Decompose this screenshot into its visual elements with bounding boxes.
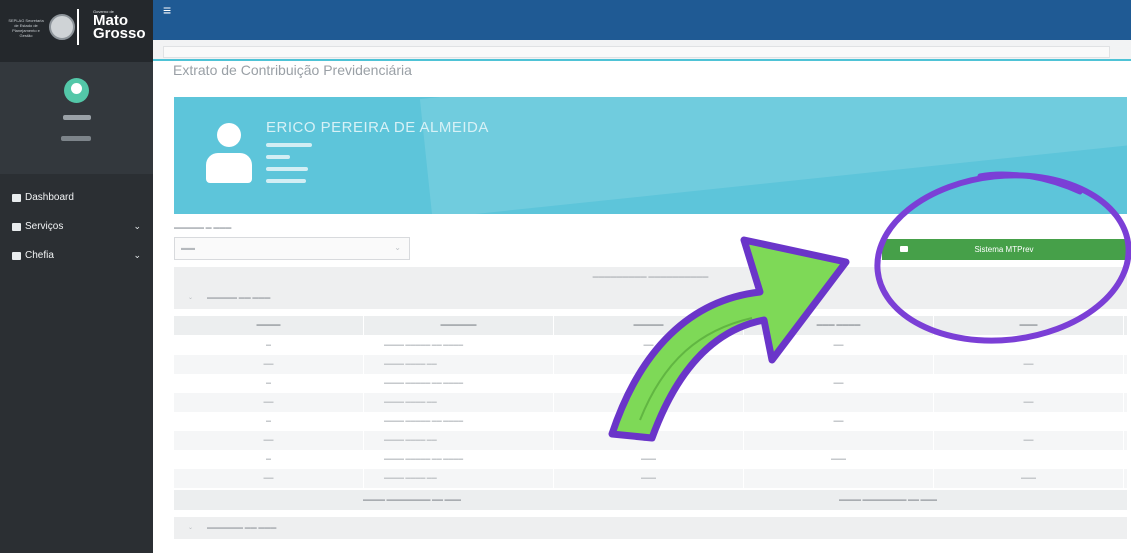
sidebar-nav: Dashboard Serviços ⌄ Chefia ⌄ — [0, 183, 153, 270]
search-bar-blurred — [163, 46, 1110, 58]
table-row-blurred: ▬▬ ▬▬▬▬ ▬▬▬▬ ▬▬ ▬▬ — [174, 355, 1127, 374]
sidebar-item-chefia[interactable]: Chefia ⌄ — [0, 241, 153, 270]
chevron-down-icon: ⌄ — [133, 221, 141, 231]
top-strip — [153, 40, 1131, 60]
sidebar-item-label: Serviços — [25, 221, 64, 232]
table-row-blurred: ▬▬ ▬▬▬▬ ▬▬▬▬ ▬▬ ▬▬ ▬▬ — [174, 431, 1127, 450]
employee-detail-blurred — [266, 167, 308, 171]
user-avatar-icon — [64, 78, 89, 103]
card-icon — [900, 246, 908, 252]
chevron-down-icon: ⌄ — [133, 250, 141, 260]
banner-decoration — [419, 97, 1127, 214]
sidebar-item-label: Chefia — [25, 250, 54, 261]
briefcase-icon — [12, 251, 21, 260]
sidebar-item-label: Dashboard — [25, 192, 74, 203]
month-group-row-blurred[interactable]: ⌄ ▬▬▬▬▬▬ ▬▬ ▬▬▬ — [174, 517, 1127, 539]
user-profile — [0, 62, 153, 174]
table-totals-blurred: ▬▬▬▬ ▬▬▬▬▬▬▬▬ ▬▬ ▬▬▬ ▬▬▬▬ ▬▬▬▬▬▬▬▬ ▬▬ ▬▬▬ — [174, 490, 1127, 510]
table-row-blurred: ▬▬ ▬▬▬▬ ▬▬▬▬ ▬▬ ▬▬ — [174, 393, 1127, 412]
sidebar-item-servicos[interactable]: Serviços ⌄ — [0, 212, 153, 241]
sidebar: SEPLAG Secretaria de Estado de Planejame… — [0, 0, 153, 553]
brand-logo[interactable]: SEPLAG Secretaria de Estado de Planejame… — [0, 0, 153, 64]
table-row-blurred: ▬ ▬▬▬▬ ▬▬▬▬▬ ▬▬ ▬▬▬▬ ▬▬ — [174, 374, 1127, 393]
user-role-blurred — [61, 136, 91, 141]
table-row-blurred: ▬ ▬▬▬▬ ▬▬▬▬▬ ▬▬ ▬▬▬▬ ▬▬ — [174, 412, 1127, 431]
brand-line2: Grosso — [93, 25, 146, 42]
month-group-row-blurred[interactable]: ⌄ ▬▬▬▬▬ ▬▬ ▬▬▬ — [174, 287, 1127, 309]
table-row-blurred: ▬▬ ▬▬▬▬ ▬▬▬▬ ▬▬ ▬▬▬ ▬▬▬ — [174, 469, 1127, 488]
employee-name: ERICO PEREIRA DE ALMEIDA — [266, 119, 489, 136]
employee-detail-blurred — [266, 155, 290, 159]
sistema-mtprev-button[interactable]: Sistema MTPrev — [882, 239, 1126, 260]
mato-grosso-wordmark: Governo de Mato Grosso — [77, 9, 146, 45]
year-select-blurred[interactable]: ▬▬ ⌄ — [174, 237, 410, 260]
employee-detail-blurred — [266, 179, 306, 183]
accent-divider — [153, 59, 1131, 61]
table-row-blurred: ▬ ▬▬▬▬ ▬▬▬▬▬ ▬▬ ▬▬▬▬ ▬▬▬ ▬▬▬ — [174, 450, 1127, 469]
top-navbar: ≡ — [153, 0, 1131, 40]
table-caption-blurred: ▬▬▬▬▬▬▬▬▬ ▬▬▬▬▬▬▬▬▬▬ — [174, 267, 1127, 287]
contributions-table-blurred: ▬▬▬▬▬▬▬▬▬ ▬▬▬▬▬▬▬▬▬▬ ⌄ ▬▬▬▬▬ ▬▬ ▬▬▬ ▬▬▬▬ ▬… — [174, 267, 1127, 553]
user-silhouette-icon — [202, 123, 256, 183]
home-icon — [12, 193, 21, 202]
chevron-down-icon: ⌄ — [394, 243, 401, 252]
briefcase-icon — [12, 222, 21, 231]
user-name-blurred — [63, 115, 91, 120]
mtprev-button-label: Sistema MTPrev — [974, 245, 1034, 254]
seplag-text: SEPLAG Secretaria de Estado de Planejame… — [8, 18, 44, 38]
page-title: Extrato de Contribuição Previdenciária — [173, 62, 412, 78]
table-row-blurred: ▬ ▬▬▬▬ ▬▬▬▬▬ ▬▬ ▬▬▬▬ ▬▬ ▬▬ — [174, 336, 1127, 355]
table-header-row-blurred: ▬▬▬▬ ▬▬▬▬▬▬ ▬▬▬▬▬ ▬▬▬ ▬▬▬▬ ▬▬▬ — [174, 316, 1127, 335]
year-select-label-blurred: ▬▬▬▬▬ ▬ ▬▬▬ — [174, 225, 232, 231]
employee-banner: ERICO PEREIRA DE ALMEIDA — [174, 97, 1127, 214]
state-seal-icon — [49, 14, 75, 40]
menu-toggle-icon[interactable]: ≡ — [163, 3, 171, 17]
sidebar-item-dashboard[interactable]: Dashboard — [0, 183, 153, 212]
employee-detail-blurred — [266, 143, 312, 147]
